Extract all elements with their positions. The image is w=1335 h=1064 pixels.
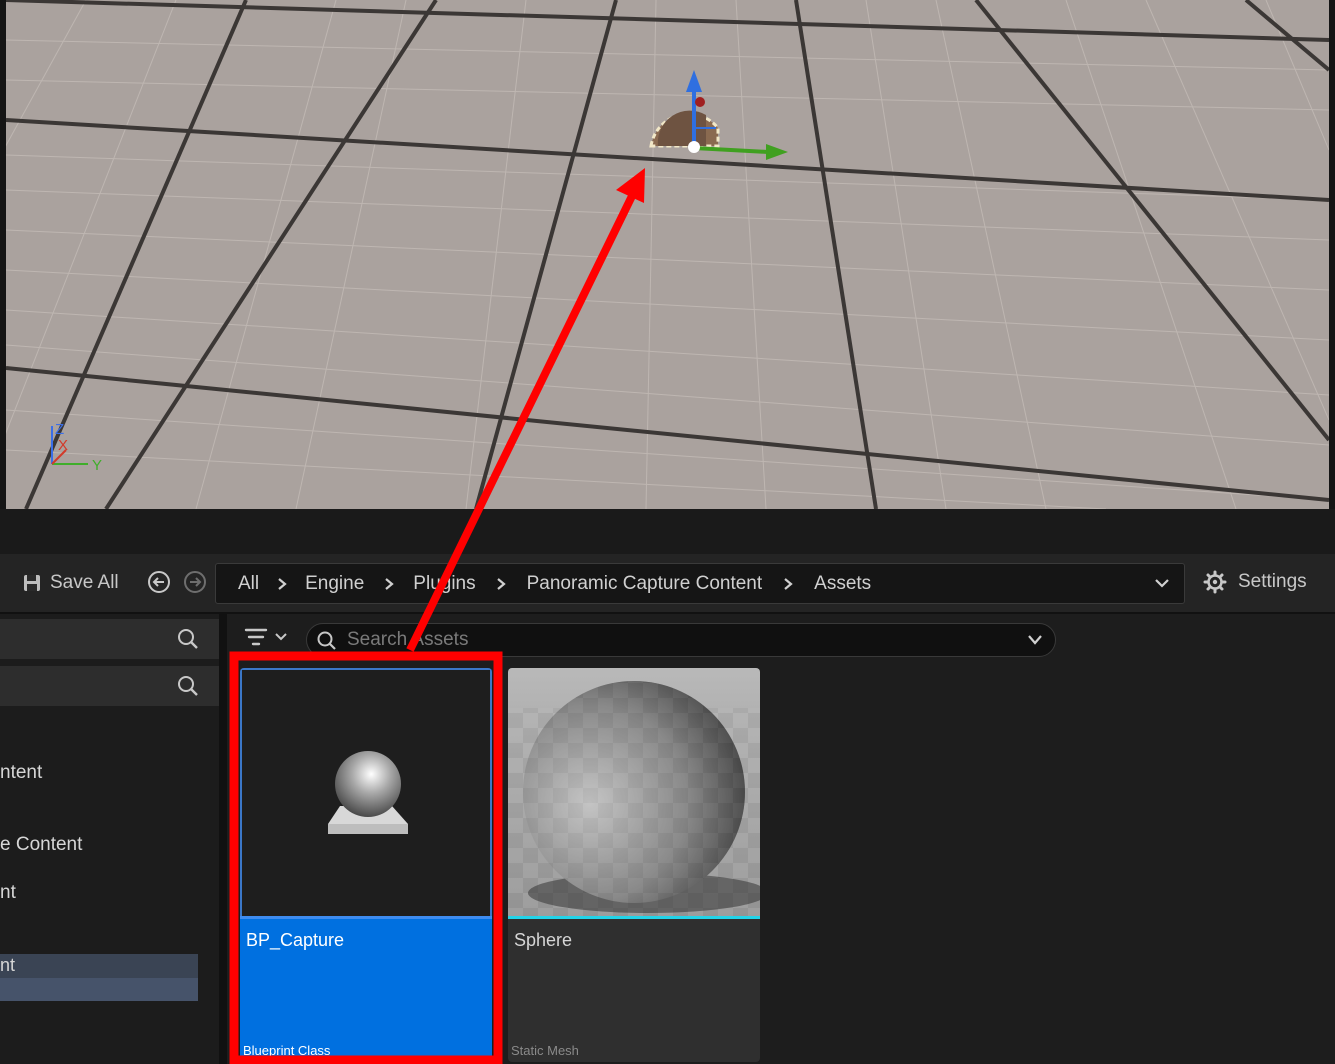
favorites-search-row[interactable]: [0, 619, 219, 659]
folder-tree-item[interactable]: nt: [0, 882, 16, 904]
settings-label: Settings: [1238, 571, 1307, 592]
floor-grid: [6, 0, 1329, 509]
folder-tree-item[interactable]: ntent: [0, 762, 42, 784]
chevron-down-icon: [275, 633, 287, 641]
save-all-button[interactable]: Save All: [22, 570, 119, 596]
search-input[interactable]: [347, 627, 1007, 653]
chevron-right-icon[interactable]: [259, 577, 305, 591]
folders-search-row[interactable]: [0, 666, 219, 706]
folder-tree-item-selected[interactable]: [0, 978, 198, 1001]
breadcrumb-item-plugins[interactable]: Plugins: [413, 573, 475, 595]
search-icon: [317, 631, 336, 650]
chevron-right-icon[interactable]: [476, 577, 527, 591]
settings-button[interactable]: Settings: [1203, 570, 1307, 594]
axis-z-label: Z: [55, 421, 64, 438]
search-icon[interactable]: [177, 675, 199, 697]
asset-thumbnail: [508, 668, 760, 916]
folder-tree-row-highlight[interactable]: [0, 954, 198, 978]
asset-thumbnail: [240, 668, 492, 916]
panel-splitter[interactable]: [219, 614, 227, 1064]
chevron-down-icon[interactable]: [1027, 633, 1043, 647]
sources-panel: ntent e Content nt nt: [0, 614, 219, 1064]
filter-button[interactable]: [244, 626, 288, 648]
back-arrow-icon[interactable]: [147, 570, 171, 594]
chevron-right-icon[interactable]: [762, 577, 814, 591]
asset-tile-bp-capture[interactable]: BP_Capture Blueprint Class: [240, 668, 492, 1062]
gear-icon: [1203, 570, 1227, 594]
world-axis-icon: Z X Y: [51, 421, 102, 474]
asset-name: Sphere: [514, 930, 573, 950]
asset-type-label: Blueprint Class: [243, 1043, 331, 1058]
asset-type-color-bar: [240, 916, 492, 919]
asset-type-label: Static Mesh: [511, 1043, 579, 1058]
breadcrumb-item-assets[interactable]: Assets: [814, 573, 871, 595]
asset-name: BP_Capture: [246, 930, 345, 950]
filter-icon: [244, 628, 268, 646]
breadcrumb-item-panoramic-capture-content[interactable]: Panoramic Capture Content: [527, 573, 763, 595]
static-mesh-sphere-icon: [508, 668, 760, 916]
chevron-right-icon[interactable]: [364, 577, 413, 591]
search-icon[interactable]: [177, 628, 199, 650]
asset-tile-sphere[interactable]: Sphere Static Mesh: [508, 668, 760, 1062]
blueprint-sphere-icon: [328, 751, 408, 834]
save-icon: [24, 575, 40, 591]
folder-tree-item[interactable]: nt: [0, 955, 15, 976]
folder-tree-item[interactable]: e Content: [0, 834, 82, 856]
breadcrumb-item-all[interactable]: All: [238, 573, 259, 595]
axis-y-label: Y: [92, 457, 102, 474]
save-all-label: Save All: [50, 572, 119, 593]
forward-arrow-icon[interactable]: [183, 570, 207, 594]
level-viewport[interactable]: Z X Y: [6, 0, 1329, 509]
asset-type-color-bar: [508, 916, 760, 919]
breadcrumb: All Engine Plugins Panoramic Capture Con…: [215, 563, 1185, 604]
viewport-status-bar: [0, 509, 1335, 554]
chevron-down-icon[interactable]: [1154, 575, 1170, 591]
axis-x-label: X: [58, 437, 68, 454]
breadcrumb-item-engine[interactable]: Engine: [305, 573, 364, 595]
asset-search-box[interactable]: [306, 623, 1056, 657]
